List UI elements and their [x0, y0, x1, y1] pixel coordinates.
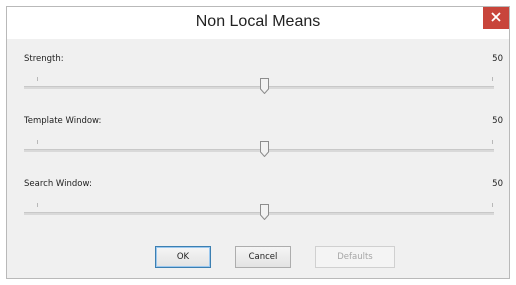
- slider-tick-min: [37, 203, 38, 207]
- strength-value: 50: [492, 54, 503, 64]
- slider-track: [24, 149, 494, 152]
- slider-track: [24, 212, 494, 215]
- slider-tick-max: [492, 77, 493, 81]
- slider-tick-min: [37, 140, 38, 144]
- close-button[interactable]: [483, 7, 509, 29]
- cancel-button[interactable]: Cancel: [235, 246, 291, 268]
- slider-track: [24, 86, 494, 89]
- template-window-value: 50: [492, 116, 503, 126]
- title-bar[interactable]: Non Local Means: [7, 7, 509, 39]
- template-window-label: Template Window:: [24, 116, 102, 126]
- defaults-button[interactable]: Defaults: [315, 246, 395, 268]
- search-window-slider[interactable]: [24, 203, 494, 223]
- slider-thumb[interactable]: [260, 204, 269, 220]
- strength-slider[interactable]: [24, 77, 494, 97]
- close-icon: [491, 10, 501, 26]
- slider-tick-min: [37, 77, 38, 81]
- ok-button[interactable]: OK: [155, 246, 211, 268]
- search-window-label: Search Window:: [24, 179, 92, 189]
- strength-label: Strength:: [24, 54, 64, 64]
- slider-thumb[interactable]: [260, 78, 269, 94]
- slider-tick-max: [492, 203, 493, 207]
- slider-tick-max: [492, 140, 493, 144]
- dialog-window: Non Local Means Strength: 50 Template Wi…: [6, 6, 510, 279]
- template-window-slider[interactable]: [24, 140, 494, 160]
- dialog-title: Non Local Means: [195, 13, 321, 30]
- slider-thumb[interactable]: [260, 141, 269, 157]
- search-window-value: 50: [492, 179, 503, 189]
